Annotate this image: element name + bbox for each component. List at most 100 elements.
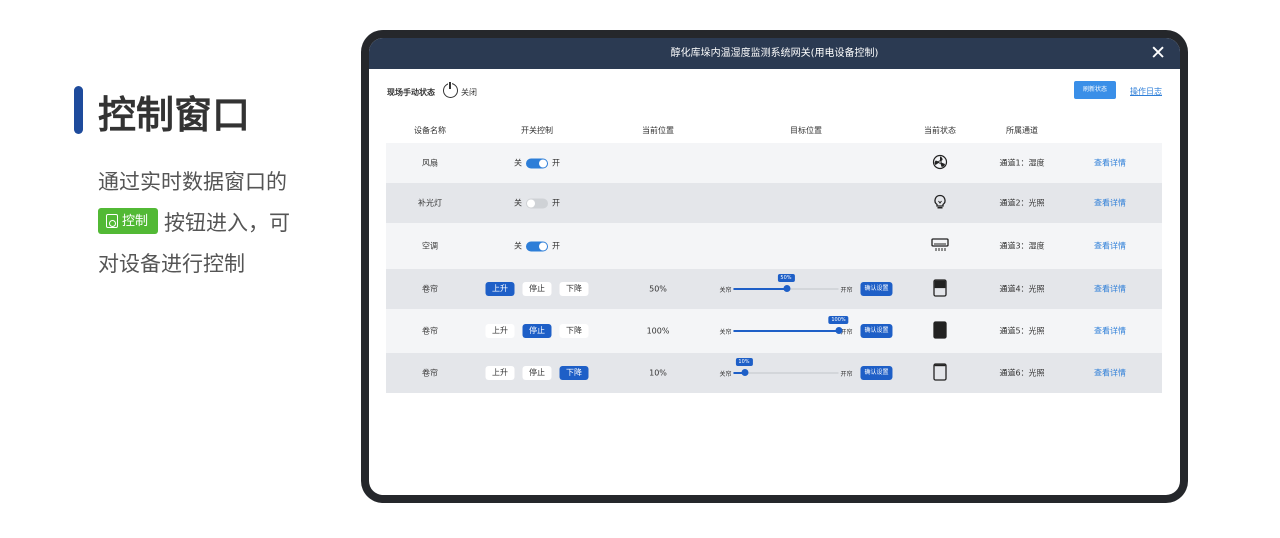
switch-control: 关 开 — [514, 158, 560, 169]
device-name: 卷帘 — [422, 326, 438, 336]
target-slider[interactable]: 10% — [733, 358, 839, 376]
accent-bar — [74, 86, 83, 134]
control-icon — [106, 214, 118, 228]
view-details-link[interactable]: 查看详情 — [1094, 198, 1126, 209]
table-row: 补光灯 关 开 通道2：光照 查看详情 — [386, 183, 1162, 223]
device-name: 补光灯 — [418, 198, 442, 208]
device-name: 卷帘 — [422, 368, 438, 378]
lower-button[interactable]: 下降 — [559, 366, 589, 380]
intro-line-3: 对设备进行控制 — [98, 252, 245, 276]
table-body: 风扇 关 开 通道1：湿度 查看详情 补光灯 关 开 通道2：光照 查看详情 空调 关 … — [386, 143, 1162, 393]
slider-open-label: 开帘 — [840, 370, 853, 378]
slider-thumb[interactable] — [740, 369, 748, 376]
curtain-full-icon — [933, 321, 947, 341]
slider-thumb[interactable] — [782, 285, 790, 292]
device-table: 设备名称 开关控制 当前位置 目标位置 当前状态 所属通道 风扇 关 开 通道1… — [386, 121, 1162, 393]
switch-on-label: 开 — [552, 198, 560, 208]
control-badge-label: 控制 — [122, 213, 149, 229]
header-target-position: 目标位置 — [790, 126, 822, 135]
intro-line-1: 通过实时数据窗口的 — [98, 170, 287, 194]
target-position: 关帘 10% 开帘 确认设置 — [719, 358, 893, 380]
header-switch-control: 开关控制 — [521, 126, 553, 135]
slider-value-tip: 10% — [735, 358, 753, 366]
curtain-controls: 上升 停止 下降 — [485, 366, 589, 380]
switch-off-label: 关 — [514, 158, 522, 168]
channel: 通道2：光照 — [999, 198, 1045, 208]
channel: 通道6：光照 — [999, 368, 1045, 378]
manual-mode-label: 现场手动状态 — [387, 88, 435, 97]
header-device-name: 设备名称 — [414, 126, 446, 135]
curtain-controls: 上升 停止 下降 — [485, 282, 589, 296]
target-slider[interactable]: 50% — [733, 274, 839, 292]
stop-button[interactable]: 停止 — [522, 324, 552, 338]
fan-icon — [932, 154, 948, 172]
slider-open-label: 开帘 — [840, 286, 853, 294]
stop-button[interactable]: 停止 — [522, 366, 552, 380]
intro-title: 控制窗口 — [98, 93, 251, 137]
table-header: 设备名称 开关控制 当前位置 目标位置 当前状态 所属通道 — [386, 121, 1162, 143]
header-current-status: 当前状态 — [924, 126, 956, 135]
slider-value-tip: 100% — [828, 316, 849, 324]
current-position: 10% — [649, 368, 667, 378]
channel: 通道3：湿度 — [999, 241, 1045, 251]
table-row: 风扇 关 开 通道1：湿度 查看详情 — [386, 143, 1162, 183]
intro-line-2: 控制 按钮进入，可 — [98, 203, 348, 244]
switch-off-label: 关 — [514, 241, 522, 251]
channel: 通道1：湿度 — [999, 158, 1045, 168]
raise-button[interactable]: 上升 — [485, 366, 515, 380]
power-toggle[interactable] — [526, 158, 548, 168]
confirm-setting-button[interactable]: 确认设置 — [860, 324, 893, 338]
view-details-link[interactable]: 查看详情 — [1094, 158, 1126, 169]
stop-button[interactable]: 停止 — [522, 282, 552, 296]
confirm-setting-button[interactable]: 确认设置 — [860, 366, 893, 380]
raise-button[interactable]: 上升 — [485, 282, 515, 296]
switch-control: 关 开 — [514, 198, 560, 209]
target-slider[interactable]: 100% — [733, 316, 849, 334]
tablet-frame: 醇化库垛内温湿度监测系统网关(用电设备控制) ✕ 现场手动状态 关闭 刷新状态 … — [361, 30, 1188, 503]
target-position: 关帘 50% 开帘 确认设置 — [719, 274, 893, 296]
curtain-half-icon — [933, 279, 947, 299]
slider-close-label: 关帘 — [719, 286, 732, 294]
refresh-status-button[interactable]: 刷新状态 — [1074, 81, 1116, 99]
switch-off-label: 关 — [514, 198, 522, 208]
current-position: 50% — [649, 284, 667, 294]
view-details-link[interactable]: 查看详情 — [1094, 326, 1126, 337]
view-details-link[interactable]: 查看详情 — [1094, 241, 1126, 252]
table-row: 卷帘 上升 停止 下降 10% 关帘 10% 开帘 确认设置 通道6：光照 查看详… — [386, 353, 1162, 393]
curtain-controls: 上升 停止 下降 — [485, 324, 589, 338]
close-icon[interactable]: ✕ — [1150, 38, 1166, 69]
current-position: 100% — [646, 326, 670, 336]
header-current-position: 当前位置 — [642, 126, 674, 135]
slider-close-label: 关帘 — [719, 370, 732, 378]
view-details-link[interactable]: 查看详情 — [1094, 368, 1126, 379]
bulb-icon — [933, 194, 947, 212]
slider-fill — [733, 330, 839, 332]
slider-thumb[interactable] — [835, 327, 843, 334]
intro-description: 通过实时数据窗口的 控制 按钮进入，可 对设备进行控制 — [98, 162, 348, 285]
intro-line-2-text: 按钮进入，可 — [164, 211, 291, 235]
device-name: 空调 — [422, 241, 438, 251]
device-name: 风扇 — [422, 158, 438, 168]
confirm-setting-button[interactable]: 确认设置 — [860, 282, 893, 296]
device-control-window: 醇化库垛内温湿度监测系统网关(用电设备控制) ✕ 现场手动状态 关闭 刷新状态 … — [369, 38, 1180, 495]
toolbar: 现场手动状态 关闭 刷新状态 操作日志 — [387, 81, 1162, 105]
power-toggle[interactable] — [526, 198, 548, 208]
power-toggle[interactable] — [526, 241, 548, 251]
lower-button[interactable]: 下降 — [559, 282, 589, 296]
power-icon[interactable] — [443, 82, 458, 98]
switch-control: 关 开 — [514, 241, 560, 252]
header-channel: 所属通道 — [1006, 126, 1038, 135]
manual-mode-value: 关闭 — [461, 88, 477, 97]
channel: 通道4：光照 — [999, 284, 1045, 294]
operation-log-link[interactable]: 操作日志 — [1130, 86, 1162, 97]
target-position: 关帘 100% 开帘 确认设置 — [719, 316, 893, 338]
table-row: 空调 关 开 通道3：湿度 查看详情 — [386, 223, 1162, 269]
view-details-link[interactable]: 查看详情 — [1094, 284, 1126, 295]
slider-close-label: 关帘 — [719, 328, 732, 336]
window-titlebar: 醇化库垛内温湿度监测系统网关(用电设备控制) ✕ — [369, 38, 1180, 69]
curtain-low-icon — [933, 363, 947, 383]
table-row: 卷帘 上升 停止 下降 100% 关帘 100% 开帘 确认设置 通道5：光照 查… — [386, 309, 1162, 353]
lower-button[interactable]: 下降 — [559, 324, 589, 338]
raise-button[interactable]: 上升 — [485, 324, 515, 338]
window-title: 醇化库垛内温湿度监测系统网关(用电设备控制) — [670, 48, 879, 59]
